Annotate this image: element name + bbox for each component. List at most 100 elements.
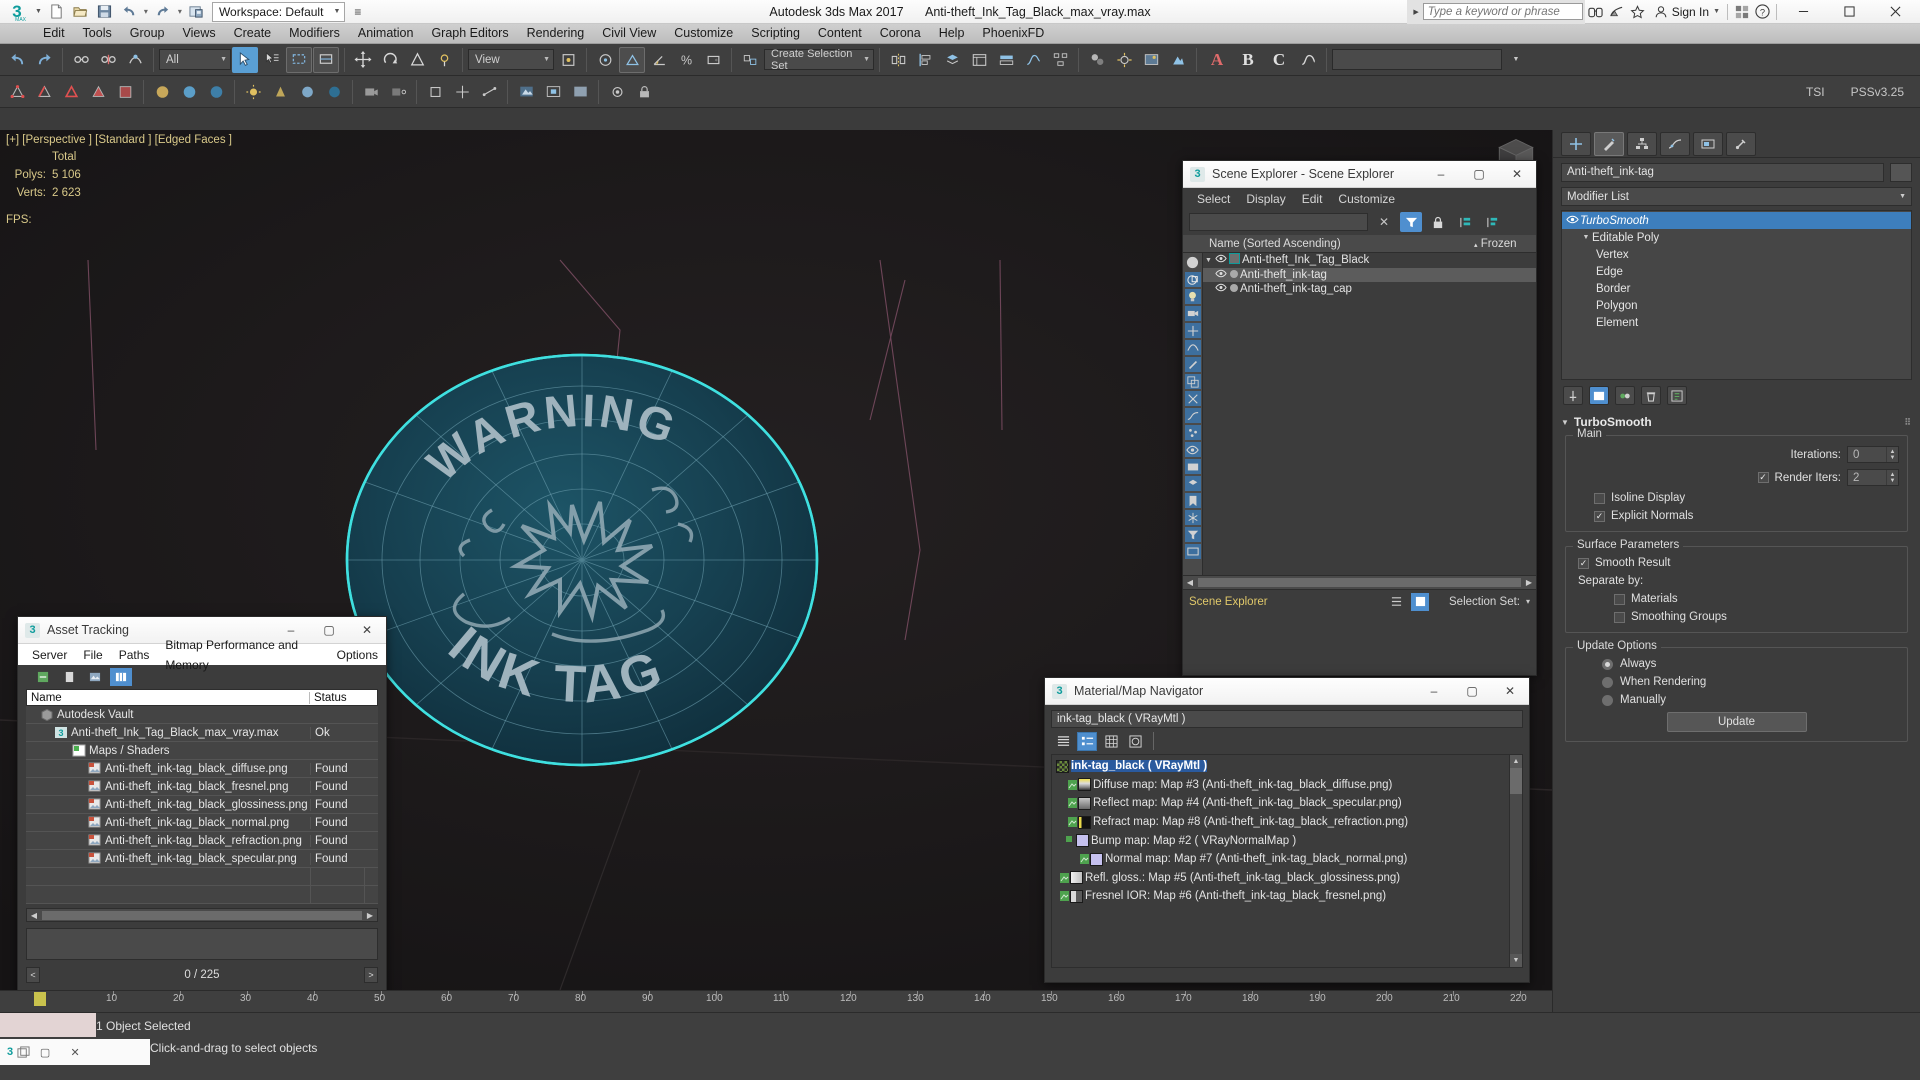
close-button[interactable] (1872, 0, 1918, 24)
material-map-row[interactable]: Fresnel IOR: Map #6 (Anti-theft_ink-tag_… (1056, 887, 1509, 906)
modifier-stack[interactable]: TurboSmooth ▼ Editable Poly Vertex Edge … (1561, 210, 1912, 380)
undo-button[interactable] (118, 2, 140, 22)
update-button[interactable]: Update (1666, 712, 1807, 732)
scene-explorer-titlebar[interactable]: 3 Scene Explorer - Scene Explorer – ▢ ✕ (1183, 161, 1536, 188)
explicit-normals-checkbox[interactable]: ✓ (1594, 510, 1605, 522)
stack-subitem-polygon[interactable]: Polygon (1562, 297, 1911, 314)
scene-row-selected[interactable]: Anti-theft_ink-tag (1203, 267, 1536, 282)
column-name[interactable]: Name (27, 692, 309, 704)
pin-stack-icon[interactable] (1563, 386, 1583, 405)
modifier-visibility-eye-icon[interactable] (1564, 215, 1580, 227)
filter-geometry-icon[interactable] (1184, 272, 1201, 287)
close-button[interactable]: ✕ (348, 617, 386, 644)
tab-motion[interactable] (1660, 131, 1690, 156)
table-row[interactable]: Anti-theft_ink-tag_black_diffuse.png Fou… (26, 760, 378, 778)
time-ruler[interactable]: 10 20 30 40 50 60 70 80 90 100 110 120 1… (0, 991, 1552, 1013)
render-iters-spinner[interactable]: 2 ▲ ▼ (1847, 469, 1899, 486)
filter-layers-icon[interactable] (1184, 476, 1201, 491)
expand-all-icon[interactable] (1454, 212, 1476, 232)
edit-poly-vertex-icon[interactable] (4, 79, 30, 105)
filter-funnel-icon[interactable] (1184, 527, 1201, 542)
help-button[interactable]: ? (1752, 0, 1773, 24)
show-end-result-icon[interactable] (1589, 386, 1609, 405)
explorer-layer-view-icon[interactable] (1411, 592, 1430, 611)
edit-poly-polygon-icon[interactable] (85, 79, 111, 105)
search-input[interactable] (1422, 3, 1583, 20)
filter-frozen-icon[interactable] (1184, 510, 1201, 525)
render-tool-icon[interactable] (513, 79, 539, 105)
menu-item-help[interactable]: Help (930, 24, 974, 44)
material-map-navigator-window[interactable]: 3 Material/Map Navigator – ▢ ✕ ink-tag_b… (1044, 677, 1530, 983)
menu-edit[interactable]: Edit (1294, 189, 1331, 209)
clear-search-icon[interactable]: ✕ (1373, 212, 1395, 232)
spinner-arrows-icon[interactable]: ▲ ▼ (1886, 470, 1898, 485)
menu-options[interactable]: Options (329, 645, 386, 665)
menu-item-views[interactable]: Views (173, 24, 224, 44)
menu-select[interactable]: Select (1189, 189, 1238, 209)
object-color-swatch[interactable] (1890, 163, 1912, 182)
filter-particles-icon[interactable] (1184, 425, 1201, 440)
scroll-right-icon[interactable]: ▶ (1522, 578, 1536, 587)
filter-spacewarps-icon[interactable] (1184, 340, 1201, 355)
scrollbar-thumb[interactable] (1510, 768, 1522, 794)
material-map-row[interactable]: Diffuse map: Map #3 (Anti-theft_ink-tag_… (1056, 776, 1509, 795)
table-row[interactable]: Anti-theft_ink-tag_black_normal.png Foun… (26, 814, 378, 832)
smoothing-groups-checkbox[interactable] (1614, 611, 1625, 623)
scroll-left-icon[interactable]: ◀ (27, 911, 41, 920)
restore-icon[interactable]: ▢ (30, 1039, 60, 1065)
named-selection-sets-combo[interactable]: Create Selection Set ▼ (764, 48, 874, 72)
edit-named-selection-sets-icon[interactable] (737, 47, 763, 73)
helper-tape-icon[interactable] (476, 79, 502, 105)
menu-server[interactable]: Server (24, 645, 75, 665)
smooth-result-checkbox[interactable]: ✓ (1578, 557, 1589, 569)
scroll-down-icon[interactable]: ▼ (1510, 954, 1522, 967)
table-row[interactable]: Anti-theft_ink-tag_black_fresnel.png Fou… (26, 778, 378, 796)
help-search-icon[interactable] (1585, 0, 1606, 24)
stack-subitem-element[interactable]: Element (1562, 314, 1911, 331)
align-tool-icon[interactable] (912, 47, 938, 73)
rendered-frame-window-icon[interactable] (1138, 47, 1164, 73)
view-list-icon[interactable] (1053, 732, 1073, 751)
snapshot-icon[interactable] (604, 79, 630, 105)
favorites-star-icon[interactable] (1627, 0, 1648, 24)
schematic-view-icon[interactable] (1047, 47, 1073, 73)
menu-file[interactable]: File (75, 645, 110, 665)
scrollbar-thumb[interactable] (42, 910, 362, 920)
always-row[interactable]: Always (1574, 658, 1899, 670)
scroll-right-icon[interactable]: ▶ (363, 911, 377, 920)
select-by-name-tool[interactable] (259, 47, 285, 73)
filter-eye-icon[interactable] (1184, 442, 1201, 457)
asset-bitmap-icon[interactable] (84, 668, 106, 686)
minimize-button[interactable]: – (1415, 678, 1453, 705)
refresh-assets-icon[interactable] (32, 668, 54, 686)
remove-modifier-icon[interactable] (1641, 386, 1661, 405)
tab-modify[interactable] (1594, 131, 1624, 156)
filter-bones-icon[interactable] (1184, 357, 1201, 372)
scene-explorer-list[interactable]: ▼ Anti-theft_Ink_Tag_Black Anti-theft_in… (1203, 253, 1536, 575)
app-store-icon[interactable] (1731, 0, 1752, 24)
tab-display[interactable] (1693, 131, 1723, 156)
workspace-overflow-icon[interactable]: ≡ (350, 5, 365, 19)
curve-editor-icon[interactable] (1020, 47, 1046, 73)
material-map-row[interactable]: Refract map: Map #8 (Anti-theft_ink-tag_… (1056, 813, 1509, 832)
use-pivot-point-center-icon[interactable] (555, 47, 581, 73)
table-row[interactable]: Autodesk Vault (26, 706, 378, 724)
menu-customize[interactable]: Customize (1330, 189, 1403, 209)
named-field-caret-icon[interactable]: ▼ (1503, 47, 1529, 73)
table-row[interactable]: Maps / Shaders (26, 742, 378, 760)
spinner-arrows-icon[interactable]: ▲ ▼ (1886, 447, 1898, 462)
light-omni-icon[interactable] (240, 79, 266, 105)
tab-utilities[interactable] (1726, 131, 1756, 156)
view-small-icons-icon[interactable] (1101, 732, 1121, 751)
asset-columns-icon[interactable] (110, 668, 132, 686)
table-row[interactable]: Anti-theft_ink-tag_black_specular.png Fo… (26, 850, 378, 868)
material-tree[interactable]: ink-tag_black ( VRayMtl ) Diffuse map: M… (1051, 754, 1523, 968)
menu-item-modifiers[interactable]: Modifiers (280, 24, 349, 44)
stack-subitem-edge[interactable]: Edge (1562, 263, 1911, 280)
menu-display[interactable]: Display (1238, 189, 1293, 209)
sign-in-button[interactable]: Sign In ▼ (1648, 5, 1724, 19)
menu-item-phoenixfd[interactable]: PhoenixFD (973, 24, 1053, 44)
redo-tool-icon[interactable] (31, 47, 57, 73)
render-setup-icon[interactable] (1111, 47, 1137, 73)
redo-button[interactable] (152, 2, 174, 22)
